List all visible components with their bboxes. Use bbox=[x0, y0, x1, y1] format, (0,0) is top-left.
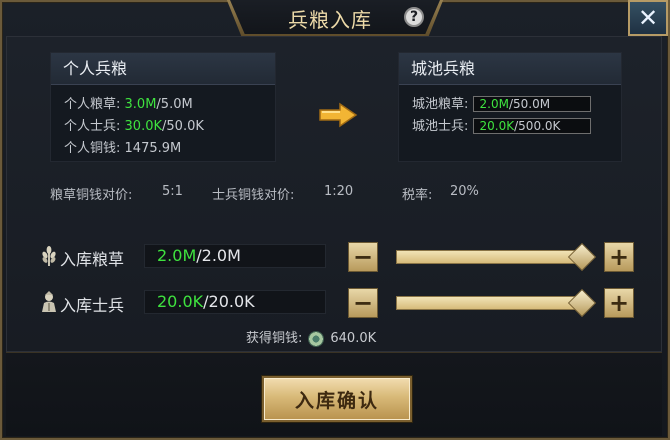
troop-rate-label: 士兵铜钱对价: bbox=[212, 188, 295, 203]
troop-rate-value: 1:20 bbox=[324, 184, 354, 199]
tax-label: 税率: bbox=[402, 188, 433, 203]
copper-gain-row: 获得铜钱: 640.0K bbox=[246, 327, 376, 347]
close-button[interactable]: ✕ bbox=[628, 0, 668, 36]
copper-gain-label: 获得铜钱: bbox=[246, 331, 303, 346]
deposit-troops-label: 入库士兵 bbox=[60, 296, 125, 315]
deposit-troops-current: 20.0K bbox=[157, 292, 204, 311]
grain-slider-track[interactable] bbox=[396, 250, 584, 264]
city-troops-current: 20.0K bbox=[479, 119, 515, 133]
deposit-grain-current: 2.0M bbox=[157, 246, 197, 265]
grain-rate-value: 5:1 bbox=[162, 184, 183, 199]
deposit-troops-amount-field[interactable]: 20.0K/20.0K bbox=[144, 290, 326, 314]
close-icon: ✕ bbox=[637, 4, 659, 32]
city-grain-row: 城池粮草: 2.0M/50.0M bbox=[412, 93, 591, 112]
city-troops-row: 城池士兵: 20.0K/500.0K bbox=[412, 115, 591, 134]
deposit-troops-max: /20.0K bbox=[203, 292, 255, 311]
deposit-grain-max: /2.0M bbox=[196, 246, 241, 265]
confirm-deposit-button[interactable]: 入库确认 bbox=[262, 376, 412, 422]
city-grain-current: 2.0M bbox=[479, 97, 509, 111]
personal-grain-label: 个人粮草: bbox=[64, 97, 121, 112]
personal-troops-row: 个人士兵: 30.0K/50.0K bbox=[64, 115, 204, 134]
troops-slider-track[interactable] bbox=[396, 296, 584, 310]
personal-grain-current: 3.0M bbox=[124, 97, 157, 112]
deposit-grain-label: 入库粮草 bbox=[60, 250, 125, 269]
help-icon[interactable]: ? bbox=[404, 7, 424, 27]
tax-value: 20% bbox=[450, 184, 479, 199]
personal-copper-label: 个人铜钱: bbox=[64, 141, 121, 156]
personal-troops-current: 30.0K bbox=[124, 119, 163, 134]
personal-grain-max: /5.0M bbox=[156, 97, 193, 112]
city-heading: 城池兵粮 bbox=[399, 53, 621, 85]
copper-gain-value: 640.0K bbox=[330, 331, 377, 346]
city-grain-valuebox: 2.0M/50.0M bbox=[472, 96, 591, 112]
personal-troops-max: /50.0K bbox=[162, 119, 204, 134]
personal-heading: 个人兵粮 bbox=[51, 53, 275, 85]
city-grain-label: 城池粮草: bbox=[412, 97, 469, 112]
deposit-grain-amount-field[interactable]: 2.0M/2.0M bbox=[144, 244, 326, 268]
grain-minus-button[interactable]: − bbox=[348, 242, 378, 272]
transfer-arrow-icon bbox=[319, 102, 358, 128]
soldier-icon bbox=[42, 291, 56, 312]
personal-copper-row: 个人铜钱: 1475.9M bbox=[64, 137, 181, 156]
troops-plus-button[interactable]: + bbox=[604, 288, 634, 318]
copper-coin-icon bbox=[308, 330, 325, 347]
grain-plus-button[interactable]: + bbox=[604, 242, 634, 272]
city-troops-max: /500.0K bbox=[514, 119, 561, 133]
grain-rate-label: 粮草铜钱对价: bbox=[50, 188, 133, 203]
city-troops-valuebox: 20.0K/500.0K bbox=[472, 118, 591, 134]
city-troops-label: 城池士兵: bbox=[412, 119, 469, 134]
troops-minus-button[interactable]: − bbox=[348, 288, 378, 318]
personal-copper-value: 1475.9M bbox=[124, 141, 182, 156]
city-grain-max: /50.0M bbox=[508, 97, 551, 111]
wheat-icon bbox=[42, 246, 56, 266]
personal-troops-label: 个人士兵: bbox=[64, 119, 121, 134]
personal-grain-row: 个人粮草: 3.0M/5.0M bbox=[64, 93, 193, 112]
dialog-title: 兵粮入库 bbox=[288, 8, 372, 32]
